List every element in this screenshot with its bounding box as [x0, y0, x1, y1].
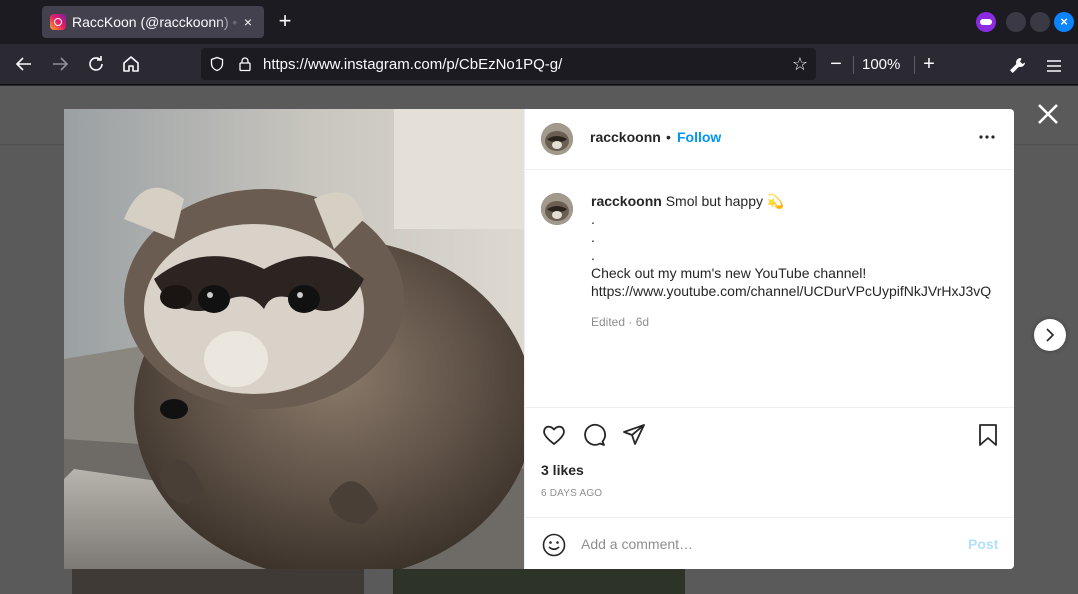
heart-icon[interactable]: [541, 422, 567, 448]
star-icon[interactable]: ☆: [792, 54, 808, 75]
grid-thumbnail[interactable]: [393, 566, 685, 594]
minimize-button[interactable]: [1006, 12, 1026, 32]
post-timestamp[interactable]: 6 DAYS AGO: [541, 488, 602, 499]
avatar[interactable]: [541, 193, 573, 225]
zoom-in-button[interactable]: +: [919, 52, 939, 76]
caption-line: .: [591, 247, 595, 263]
post-header: racckoonn • Follow: [525, 109, 1014, 170]
close-icon[interactable]: [1034, 100, 1062, 128]
likes-count[interactable]: 3 likes: [541, 462, 584, 478]
post-caption: racckoonn Smol but happy 💫 . . . Check o…: [525, 170, 1014, 407]
tab-close-icon[interactable]: ×: [240, 14, 256, 30]
post-comment-button[interactable]: Post: [968, 536, 998, 552]
url-text[interactable]: https://www.instagram.com/p/CbEzNo1PQ-g/: [263, 56, 562, 73]
url-bar[interactable]: https://www.instagram.com/p/CbEzNo1PQ-g/…: [201, 48, 816, 80]
comment-icon[interactable]: [581, 422, 607, 448]
tab-title: RaccKoon (@racckoonn) • Instagram photos…: [72, 14, 240, 30]
caption-line: .: [591, 229, 595, 245]
private-browsing-icon: [976, 12, 996, 32]
caption-line: .: [591, 211, 595, 227]
zoom-out-button[interactable]: −: [826, 52, 846, 76]
forward-icon[interactable]: [48, 52, 72, 76]
nav-bar: https://www.instagram.com/p/CbEzNo1PQ-g/…: [0, 44, 1078, 85]
header-username[interactable]: racckoonn: [590, 129, 661, 145]
caption-link[interactable]: https://www.youtube.com/channel/UCDurVPc…: [591, 282, 1001, 300]
caption-body: racckoonn Smol but happy 💫 . . . Check o…: [591, 192, 1001, 300]
emoji-icon[interactable]: [541, 532, 567, 558]
grid-thumbnail[interactable]: [72, 566, 364, 594]
hamburger-menu-icon[interactable]: [1044, 56, 1064, 76]
instagram-favicon-icon: [50, 14, 66, 30]
home-icon[interactable]: [119, 52, 143, 76]
wrench-icon[interactable]: [1006, 54, 1030, 78]
post-actions: 3 likes 6 DAYS AGO: [525, 407, 1014, 517]
separator-dot: •: [666, 129, 671, 145]
raccoon-photo: [64, 109, 524, 569]
lock-icon[interactable]: [237, 56, 253, 72]
share-icon[interactable]: [621, 422, 647, 448]
browser-tab[interactable]: RaccKoon (@racckoonn) • Instagram photos…: [42, 6, 264, 38]
shield-icon[interactable]: [209, 56, 225, 72]
maximize-button[interactable]: [1030, 12, 1050, 32]
next-post-button[interactable]: [1034, 319, 1066, 351]
comment-input[interactable]: [581, 532, 941, 556]
new-tab-button[interactable]: +: [274, 10, 296, 34]
post-photo[interactable]: [64, 109, 524, 569]
window-close-button[interactable]: ×: [1054, 12, 1074, 32]
post-modal: racckoonn • Follow racckoonn Smol but ha…: [64, 109, 1014, 569]
comment-box: Post: [525, 517, 1014, 569]
post-sidebar: racckoonn • Follow racckoonn Smol but ha…: [524, 109, 1014, 569]
reload-icon[interactable]: [84, 52, 108, 76]
follow-button[interactable]: Follow: [677, 129, 721, 145]
divider: [914, 56, 915, 74]
tab-bar: RaccKoon (@racckoonn) • Instagram photos…: [0, 0, 1078, 44]
chevron-right-icon: [1046, 328, 1055, 342]
caption-line: Check out my mum's new YouTube channel!: [591, 265, 867, 281]
caption-username[interactable]: racckoonn: [591, 193, 662, 209]
caption-meta: Edited · 6d: [591, 315, 650, 329]
more-icon[interactable]: [977, 127, 997, 147]
caption-title: Smol but happy 💫: [665, 193, 785, 209]
bookmark-icon[interactable]: [975, 422, 1001, 448]
zoom-level[interactable]: 100%: [862, 56, 900, 73]
avatar[interactable]: [541, 123, 573, 155]
divider: [853, 56, 854, 74]
back-icon[interactable]: [12, 52, 36, 76]
